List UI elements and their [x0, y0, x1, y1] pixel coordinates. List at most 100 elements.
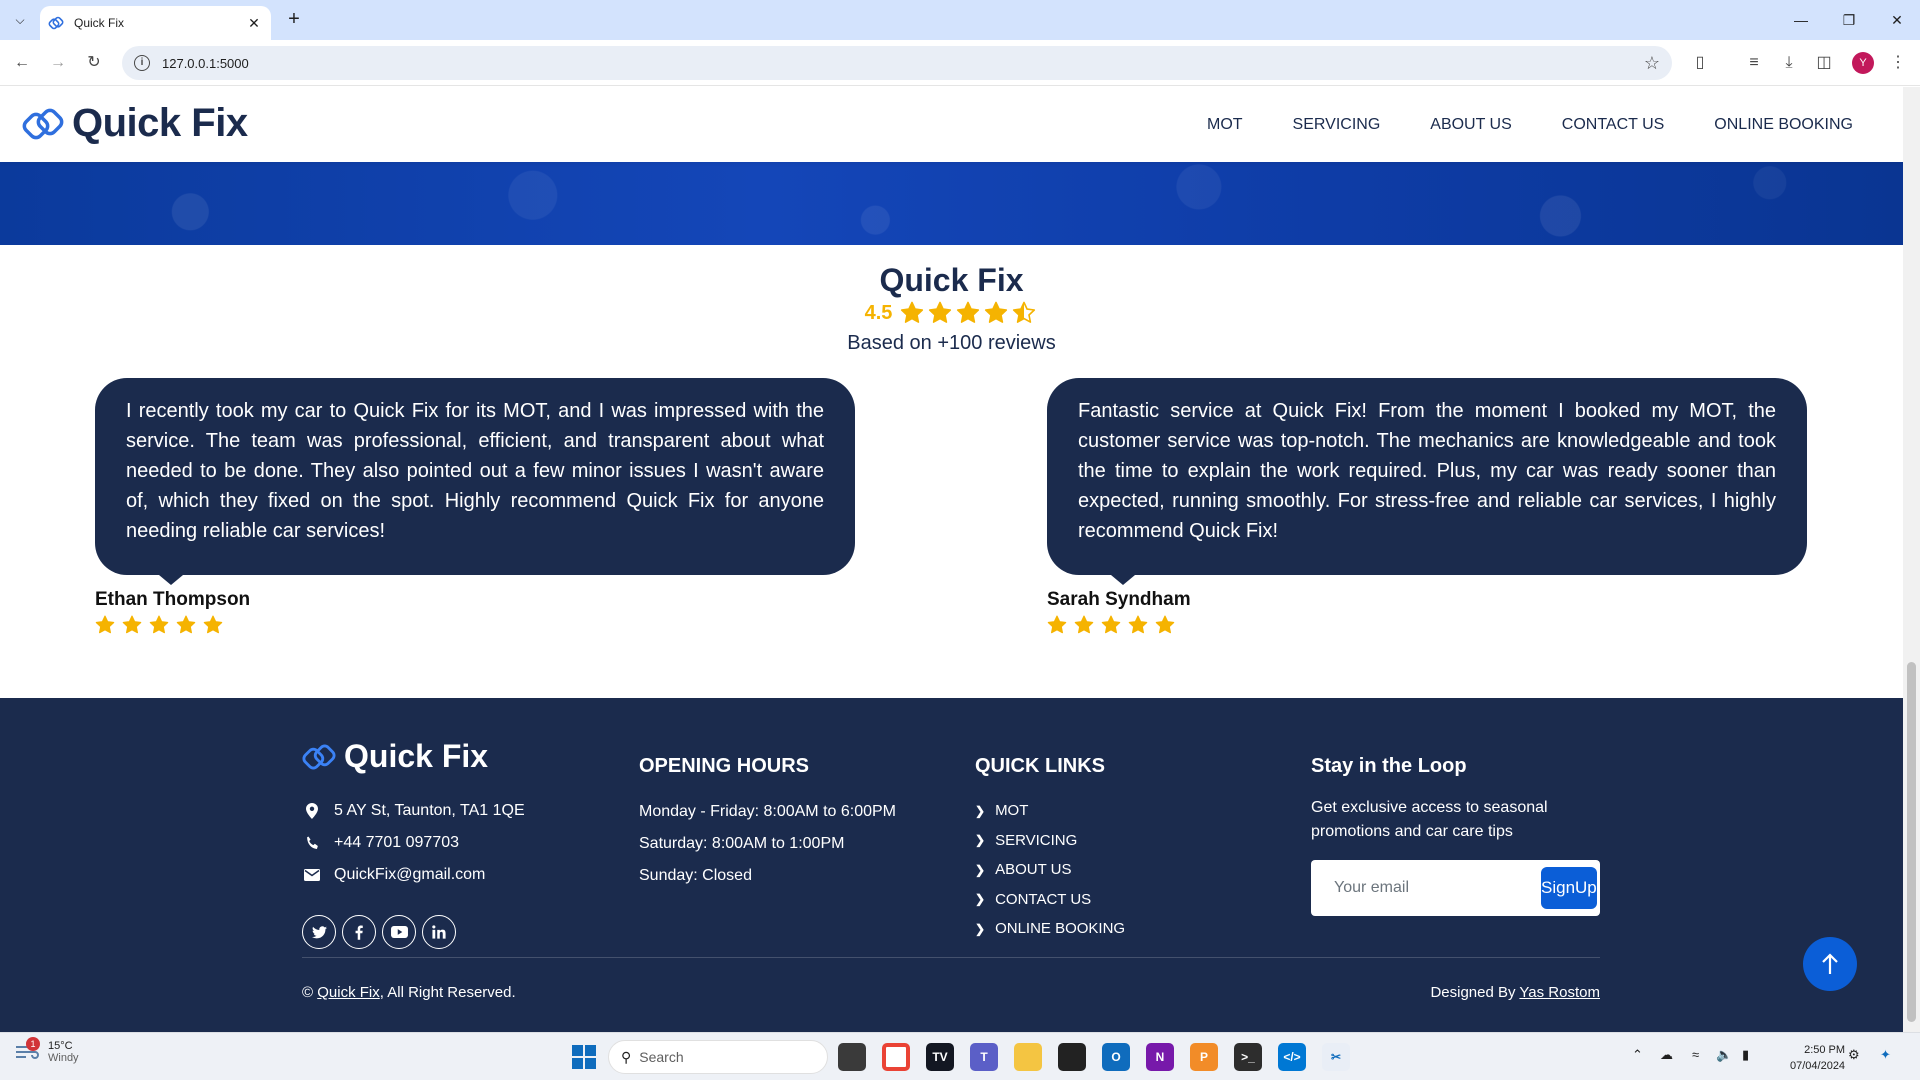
reload-icon[interactable]: ↻: [82, 51, 106, 75]
taskbar-clock[interactable]: 2:50 PM 07/04/2024: [1790, 1042, 1845, 1074]
wifi-icon[interactable]: ≈: [1692, 1047, 1699, 1062]
taskbar-search[interactable]: ⚲ Search: [608, 1040, 828, 1074]
copyright: © Quick Fix, All Right Reserved.: [302, 984, 516, 1001]
search-icon: ⚲: [621, 1048, 632, 1065]
weather-widget[interactable]: 1 15°C Windy: [14, 1037, 79, 1065]
windows-start-icon[interactable]: [572, 1045, 596, 1069]
star-full-icon: [1101, 615, 1121, 634]
star-full-icon: [1074, 615, 1094, 634]
facebook-icon[interactable]: [342, 915, 376, 949]
scrollbar-thumb[interactable]: [1907, 662, 1916, 1022]
quick-link-about-us[interactable]: ❯ ABOUT US: [975, 855, 1125, 885]
nav-link-about-us[interactable]: ABOUT US: [1430, 116, 1512, 134]
extensions-puzzle-icon[interactable]: ▯: [1688, 51, 1712, 75]
linkedin-icon[interactable]: [422, 915, 456, 949]
side-panel-icon[interactable]: ◫: [1812, 51, 1836, 75]
address-bar[interactable]: i 127.0.0.1:5000 ☆: [122, 46, 1672, 80]
footer-brand[interactable]: Quick Fix: [302, 738, 488, 775]
designed-by: Designed By Yas Rostom: [1430, 984, 1600, 1001]
nav-link-online-booking[interactable]: ONLINE BOOKING: [1714, 116, 1853, 134]
designer-link[interactable]: Yas Rostom: [1519, 984, 1600, 1001]
star-full-icon: [95, 615, 115, 634]
site-footer: Quick Fix 5 AY St, Taunton, TA1 1QE +44 …: [0, 698, 1903, 1032]
browser-menu-icon[interactable]: ⋮: [1886, 51, 1910, 75]
profile-avatar[interactable]: Y: [1852, 52, 1874, 74]
footer-email: QuickFix@gmail.com: [302, 859, 525, 891]
bookmark-star-icon[interactable]: ☆: [1644, 53, 1660, 74]
page-scrollbar[interactable]: [1903, 87, 1920, 1032]
hours-line: Saturday: 8:00AM to 1:00PM: [639, 835, 845, 852]
twitter-icon[interactable]: [302, 915, 336, 949]
tradingview-icon[interactable]: TV: [926, 1043, 954, 1071]
outlook-icon[interactable]: O: [1102, 1043, 1130, 1071]
newsletter-email-input[interactable]: [1334, 879, 1541, 897]
forward-arrow-icon[interactable]: →: [46, 51, 70, 75]
chrome-icon[interactable]: [882, 1043, 910, 1071]
envelope-icon: [302, 869, 322, 881]
os-taskbar: 1 15°C Windy ⚲ Search TV T O N P >_ </> …: [0, 1032, 1920, 1080]
snipping-tool-icon[interactable]: ✂: [1322, 1043, 1350, 1071]
teams-icon[interactable]: T: [970, 1043, 998, 1071]
battery-icon[interactable]: ▮: [1742, 1047, 1749, 1063]
star-full-icon: [149, 615, 169, 634]
rating-number: 4.5: [864, 301, 893, 324]
copilot-icon[interactable]: ✦: [1880, 1047, 1891, 1063]
quick-links-list: ❯ MOT ❯ SERVICING ❯ ABOUT US ❯ CONTACT US ❯ O…: [975, 796, 1125, 944]
address-url[interactable]: 127.0.0.1:5000: [162, 56, 1644, 71]
minimize-icon[interactable]: —: [1786, 8, 1816, 32]
terminal-icon[interactable]: >_: [1234, 1043, 1262, 1071]
new-tab-plus-icon[interactable]: +: [282, 8, 306, 32]
vscode-icon[interactable]: </>: [1278, 1043, 1306, 1071]
star-full-icon: [985, 301, 1008, 323]
task-view-icon[interactable]: [838, 1043, 866, 1071]
browser-tab[interactable]: Quick Fix ✕: [40, 6, 271, 40]
copyright-suffix: , All Right Reserved.: [379, 984, 516, 1001]
notifications-icon[interactable]: ⚙: [1848, 1047, 1860, 1063]
restore-icon[interactable]: ❐: [1834, 8, 1864, 32]
presentation-app-icon[interactable]: P: [1190, 1043, 1218, 1071]
nav-link-mot[interactable]: MOT: [1207, 116, 1243, 134]
clock-date: 07/04/2024: [1790, 1060, 1846, 1072]
copyright-link[interactable]: Quick Fix: [317, 984, 380, 1001]
rating-stars: [898, 301, 1038, 325]
tab-list-chevron-icon[interactable]: ⌵: [8, 8, 32, 32]
tab-close-icon[interactable]: ✕: [245, 15, 263, 32]
star-full-icon: [203, 615, 223, 634]
reviewer-name: Ethan Thompson: [95, 589, 251, 610]
star-full-icon: [176, 615, 196, 634]
back-arrow-icon[interactable]: ←: [10, 51, 34, 75]
nav-link-contact-us[interactable]: CONTACT US: [1562, 116, 1665, 134]
nav-links: MOT SERVICING ABOUT US CONTACT US ONLINE…: [1157, 87, 1853, 162]
newsletter-form: SignUp: [1311, 860, 1600, 916]
signup-button[interactable]: SignUp: [1541, 867, 1597, 909]
footer-email-text[interactable]: QuickFix@gmail.com: [334, 866, 485, 884]
footer-phone: +44 7701 097703: [302, 827, 525, 859]
hours-line: Sunday: Closed: [639, 867, 752, 884]
quick-link-mot[interactable]: ❯ MOT: [975, 796, 1125, 826]
media-queue-icon[interactable]: ≡: [1742, 51, 1766, 75]
tray-overflow-chevron-icon[interactable]: ⌃: [1632, 1047, 1643, 1063]
site-brand[interactable]: Quick Fix: [22, 101, 248, 146]
volume-icon[interactable]: 🔈: [1716, 1047, 1732, 1063]
designed-by-prefix: Designed By: [1430, 984, 1516, 1001]
star-full-icon: [122, 615, 142, 634]
star-full-icon: [901, 301, 924, 323]
download-icon[interactable]: ⤓: [1777, 51, 1801, 75]
quick-link-servicing[interactable]: ❯ SERVICING: [975, 826, 1125, 856]
quick-link-online-booking[interactable]: ❯ ONLINE BOOKING: [975, 914, 1125, 944]
newsletter-text: Get exclusive access to seasonal promoti…: [1311, 799, 1548, 840]
clock-time: 2:50 PM: [1804, 1044, 1846, 1056]
quickfix-logo-icon: [22, 108, 64, 139]
nav-link-servicing[interactable]: SERVICING: [1293, 116, 1381, 134]
site-navbar: Quick Fix MOT SERVICING ABOUT US CONTACT…: [0, 87, 1903, 162]
window-close-icon[interactable]: ✕: [1882, 8, 1912, 32]
site-info-icon[interactable]: i: [134, 55, 150, 71]
file-explorer-icon[interactable]: [1014, 1043, 1042, 1071]
onedrive-cloud-icon[interactable]: ☁: [1660, 1047, 1673, 1063]
quick-link-contact-us[interactable]: ❯ CONTACT US: [975, 885, 1125, 915]
back-to-top-button[interactable]: [1803, 937, 1857, 991]
youtube-icon[interactable]: [382, 915, 416, 949]
reviewer-name: Sarah Syndham: [1047, 589, 1191, 610]
inkscape-icon[interactable]: [1058, 1043, 1086, 1071]
onenote-icon[interactable]: N: [1146, 1043, 1174, 1071]
